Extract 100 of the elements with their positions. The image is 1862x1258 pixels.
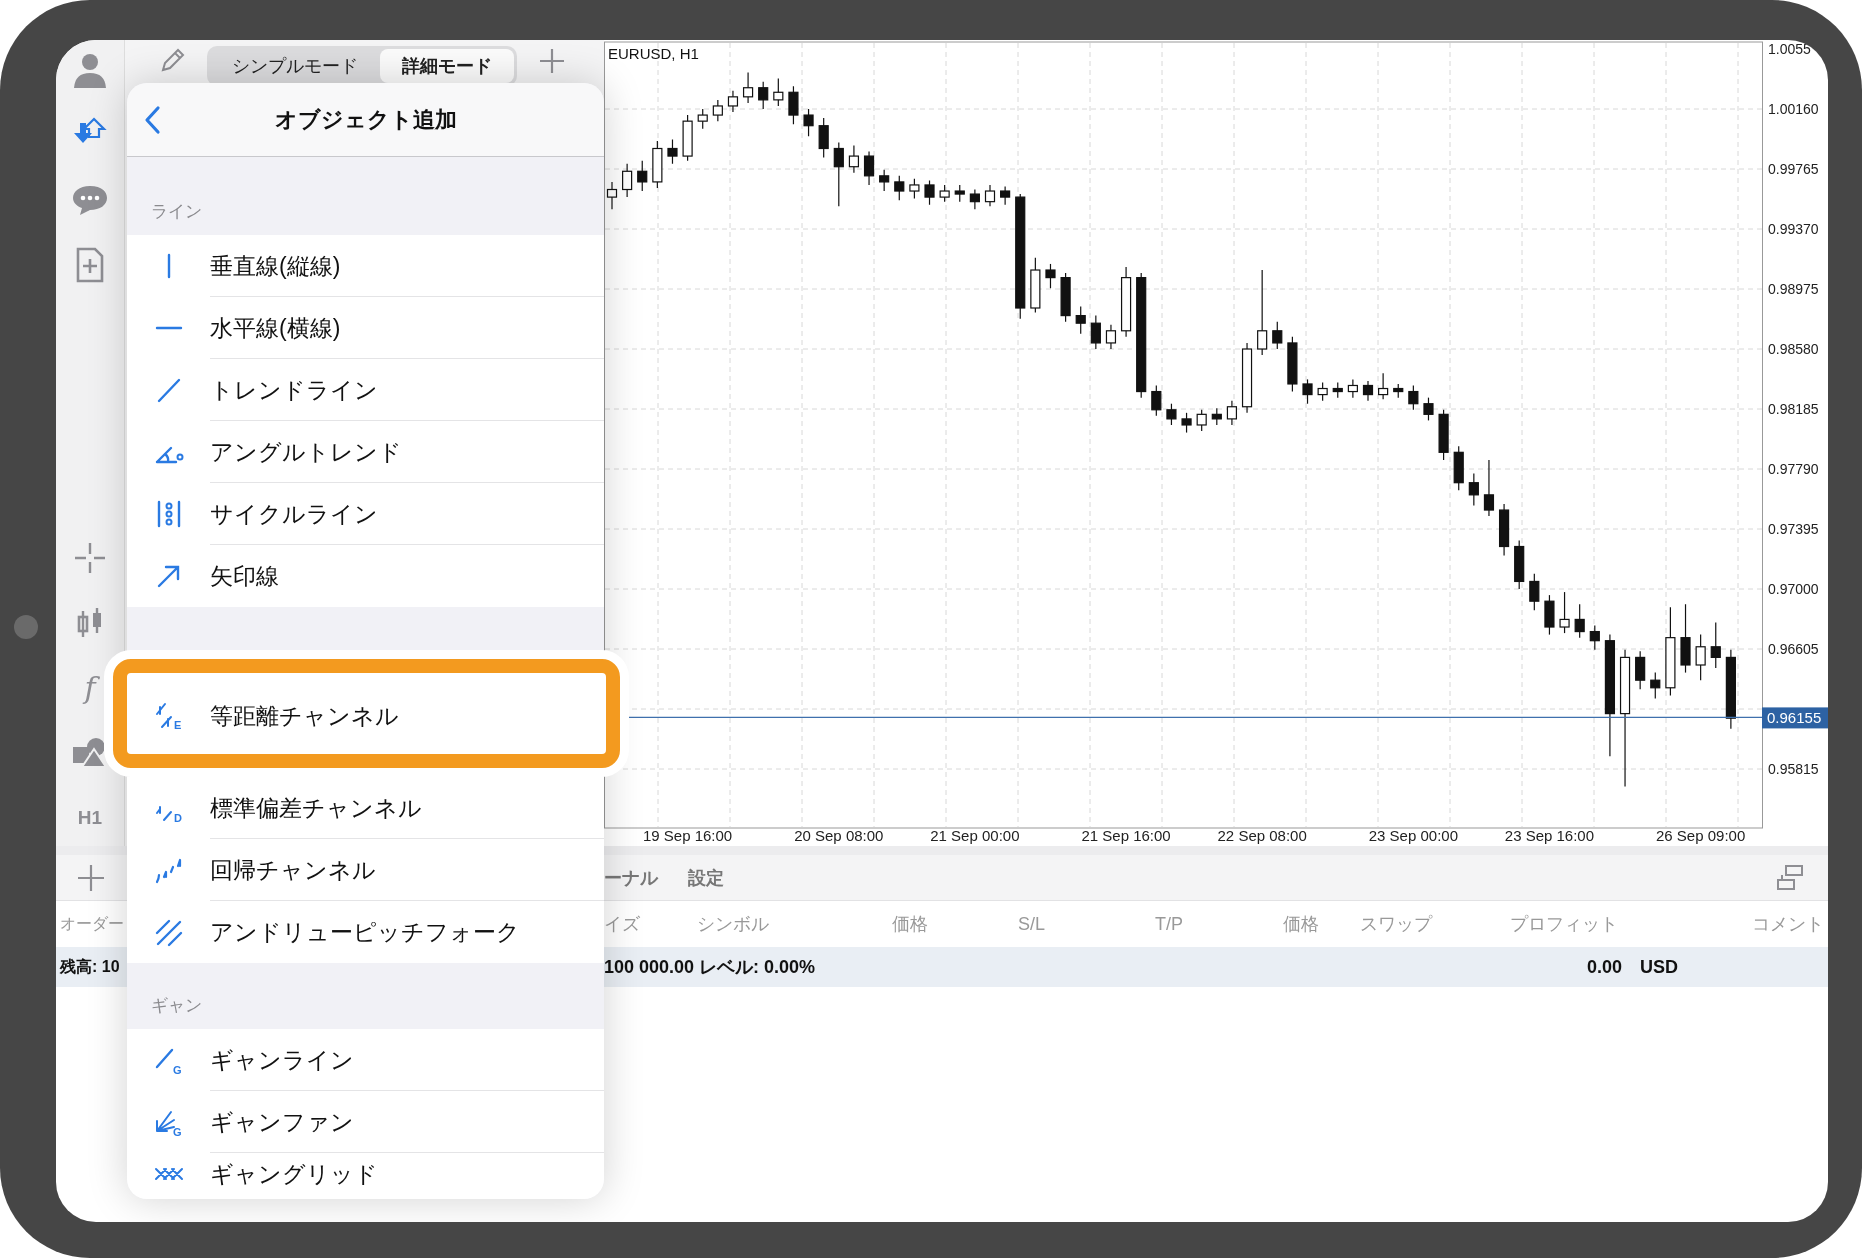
price-label: 0.97395 bbox=[1768, 521, 1819, 538]
current-price-tag: 0.96155 bbox=[1762, 707, 1828, 729]
candle bbox=[833, 141, 844, 207]
column-header: プロフィット bbox=[1510, 913, 1619, 936]
candle bbox=[879, 169, 890, 192]
ref-line-label: 0.96155 bbox=[1767, 709, 1822, 727]
price-label: 0.96605 bbox=[1768, 641, 1819, 658]
crosshair-icon[interactable] bbox=[72, 540, 108, 576]
menu-item[interactable]: G ギャンライン bbox=[127, 1029, 604, 1091]
menu-item[interactable]: 水平線(横線) bbox=[127, 297, 604, 359]
time-label: 21 Sep 00:00 bbox=[930, 827, 1020, 844]
mode-tab[interactable]: シンプルモード bbox=[210, 49, 380, 83]
menu-item[interactable]: D 標準偏差チャンネル bbox=[127, 777, 604, 839]
terminal-tab[interactable]: 設定 bbox=[688, 865, 724, 890]
chart-title: EURUSD, H1 bbox=[608, 45, 699, 62]
balance-text: 残高: 10 bbox=[60, 956, 120, 977]
time-label: 26 Sep 09:00 bbox=[1656, 827, 1746, 844]
column-header: S/L bbox=[1018, 913, 1047, 935]
candle bbox=[743, 71, 754, 104]
menu-item[interactable]: アングルトレンド bbox=[127, 421, 604, 483]
back-icon[interactable] bbox=[143, 105, 161, 135]
layout-icon[interactable] bbox=[1776, 863, 1804, 892]
price-label: 0.99370 bbox=[1768, 221, 1819, 237]
menu-item-label: 等距離チャンネル bbox=[210, 704, 399, 728]
balance-summary: 100 000.00 レベル: 0.00% bbox=[604, 956, 816, 979]
time-label: 23 Sep 16:00 bbox=[1504, 827, 1595, 844]
profit-value: 0.00 bbox=[1586, 956, 1622, 978]
candle bbox=[954, 184, 965, 203]
menu-item[interactable]: サイクルライン bbox=[127, 483, 604, 545]
candle bbox=[622, 163, 633, 198]
candle bbox=[984, 184, 996, 207]
candle bbox=[1635, 650, 1646, 690]
candle bbox=[924, 179, 935, 206]
menu-item-label: アンドリューピッチフォーク bbox=[210, 920, 520, 944]
candle bbox=[818, 117, 829, 159]
candle bbox=[727, 90, 739, 113]
candle bbox=[1650, 672, 1661, 699]
section-header: ライン bbox=[151, 201, 202, 223]
menu-item[interactable]: 垂直線(縦線) bbox=[127, 235, 604, 297]
candle bbox=[1408, 384, 1419, 411]
menu-item[interactable]: 矢印線 bbox=[127, 545, 604, 607]
currency-label: USD bbox=[1640, 956, 1678, 978]
candle bbox=[1589, 624, 1600, 651]
candle bbox=[1090, 315, 1101, 350]
candle bbox=[1710, 621, 1721, 669]
menu-item-label: 水平線(横線) bbox=[210, 315, 341, 340]
column-header: オーダー bbox=[60, 913, 124, 934]
candle bbox=[803, 108, 814, 137]
candle bbox=[863, 150, 875, 186]
candle bbox=[848, 144, 859, 174]
menu-item-label: ギャングリッド bbox=[210, 1162, 378, 1186]
candle bbox=[606, 181, 618, 210]
column-header: イズ bbox=[604, 913, 641, 936]
candle bbox=[773, 78, 784, 107]
candle bbox=[1438, 409, 1449, 461]
candle bbox=[682, 114, 693, 162]
candle bbox=[1151, 384, 1162, 417]
pencil-icon[interactable] bbox=[159, 48, 185, 74]
menu-item[interactable]: アンドリューピッチフォーク bbox=[127, 901, 604, 963]
price-label: 0.97000 bbox=[1768, 581, 1819, 598]
candle bbox=[788, 85, 799, 125]
price-label: 0.98580 bbox=[1768, 341, 1819, 357]
price-label: 1.0055 bbox=[1768, 41, 1811, 57]
section-header: ギャン bbox=[151, 995, 202, 1017]
horizontal-line-icon bbox=[155, 326, 183, 330]
plus-icon[interactable] bbox=[76, 863, 105, 892]
candle bbox=[1075, 305, 1086, 335]
menu-item[interactable]: 回帰チャンネル bbox=[127, 839, 604, 901]
time-label: 19 Sep 16:00 bbox=[642, 827, 733, 844]
candle bbox=[697, 108, 708, 130]
menu-item-label: 回帰チャンネル bbox=[210, 857, 376, 882]
menu-item[interactable]: G ギャンファン bbox=[127, 1091, 604, 1153]
menu-item-label: ギャンファン bbox=[210, 1109, 354, 1134]
candle bbox=[1499, 503, 1510, 557]
add-document-icon[interactable] bbox=[75, 247, 105, 283]
plus-icon[interactable] bbox=[539, 48, 565, 74]
candle bbox=[1529, 573, 1540, 611]
candle bbox=[1121, 266, 1132, 338]
candle bbox=[1393, 383, 1404, 399]
candle bbox=[1045, 263, 1056, 289]
price-label: 0.98185 bbox=[1768, 401, 1819, 417]
menu-item-label: 標準偏差チャンネル bbox=[210, 795, 422, 820]
time-label: 22 Sep 08:00 bbox=[1217, 827, 1307, 844]
candle bbox=[1544, 594, 1555, 636]
candle bbox=[969, 188, 980, 210]
camera-icon bbox=[14, 615, 38, 639]
popover-title: オブジェクト追加 bbox=[274, 105, 457, 134]
menu-item[interactable]: ギャングリッド bbox=[127, 1153, 604, 1199]
menu-item[interactable]: トレンドライン bbox=[127, 359, 604, 421]
price-label: 0.97790 bbox=[1768, 461, 1819, 478]
vertical-line-icon bbox=[167, 253, 171, 279]
candle bbox=[909, 178, 920, 200]
menu-item-label: 垂直線(縦線) bbox=[210, 253, 341, 278]
candle bbox=[1347, 378, 1358, 399]
mode-tab[interactable]: 詳細モード bbox=[380, 49, 514, 83]
time-label: 20 Sep 08:00 bbox=[794, 827, 884, 844]
terminal-tab[interactable]: ーナル bbox=[604, 865, 658, 890]
person-icon[interactable] bbox=[72, 52, 108, 88]
candle bbox=[712, 99, 723, 122]
candle bbox=[652, 140, 663, 189]
